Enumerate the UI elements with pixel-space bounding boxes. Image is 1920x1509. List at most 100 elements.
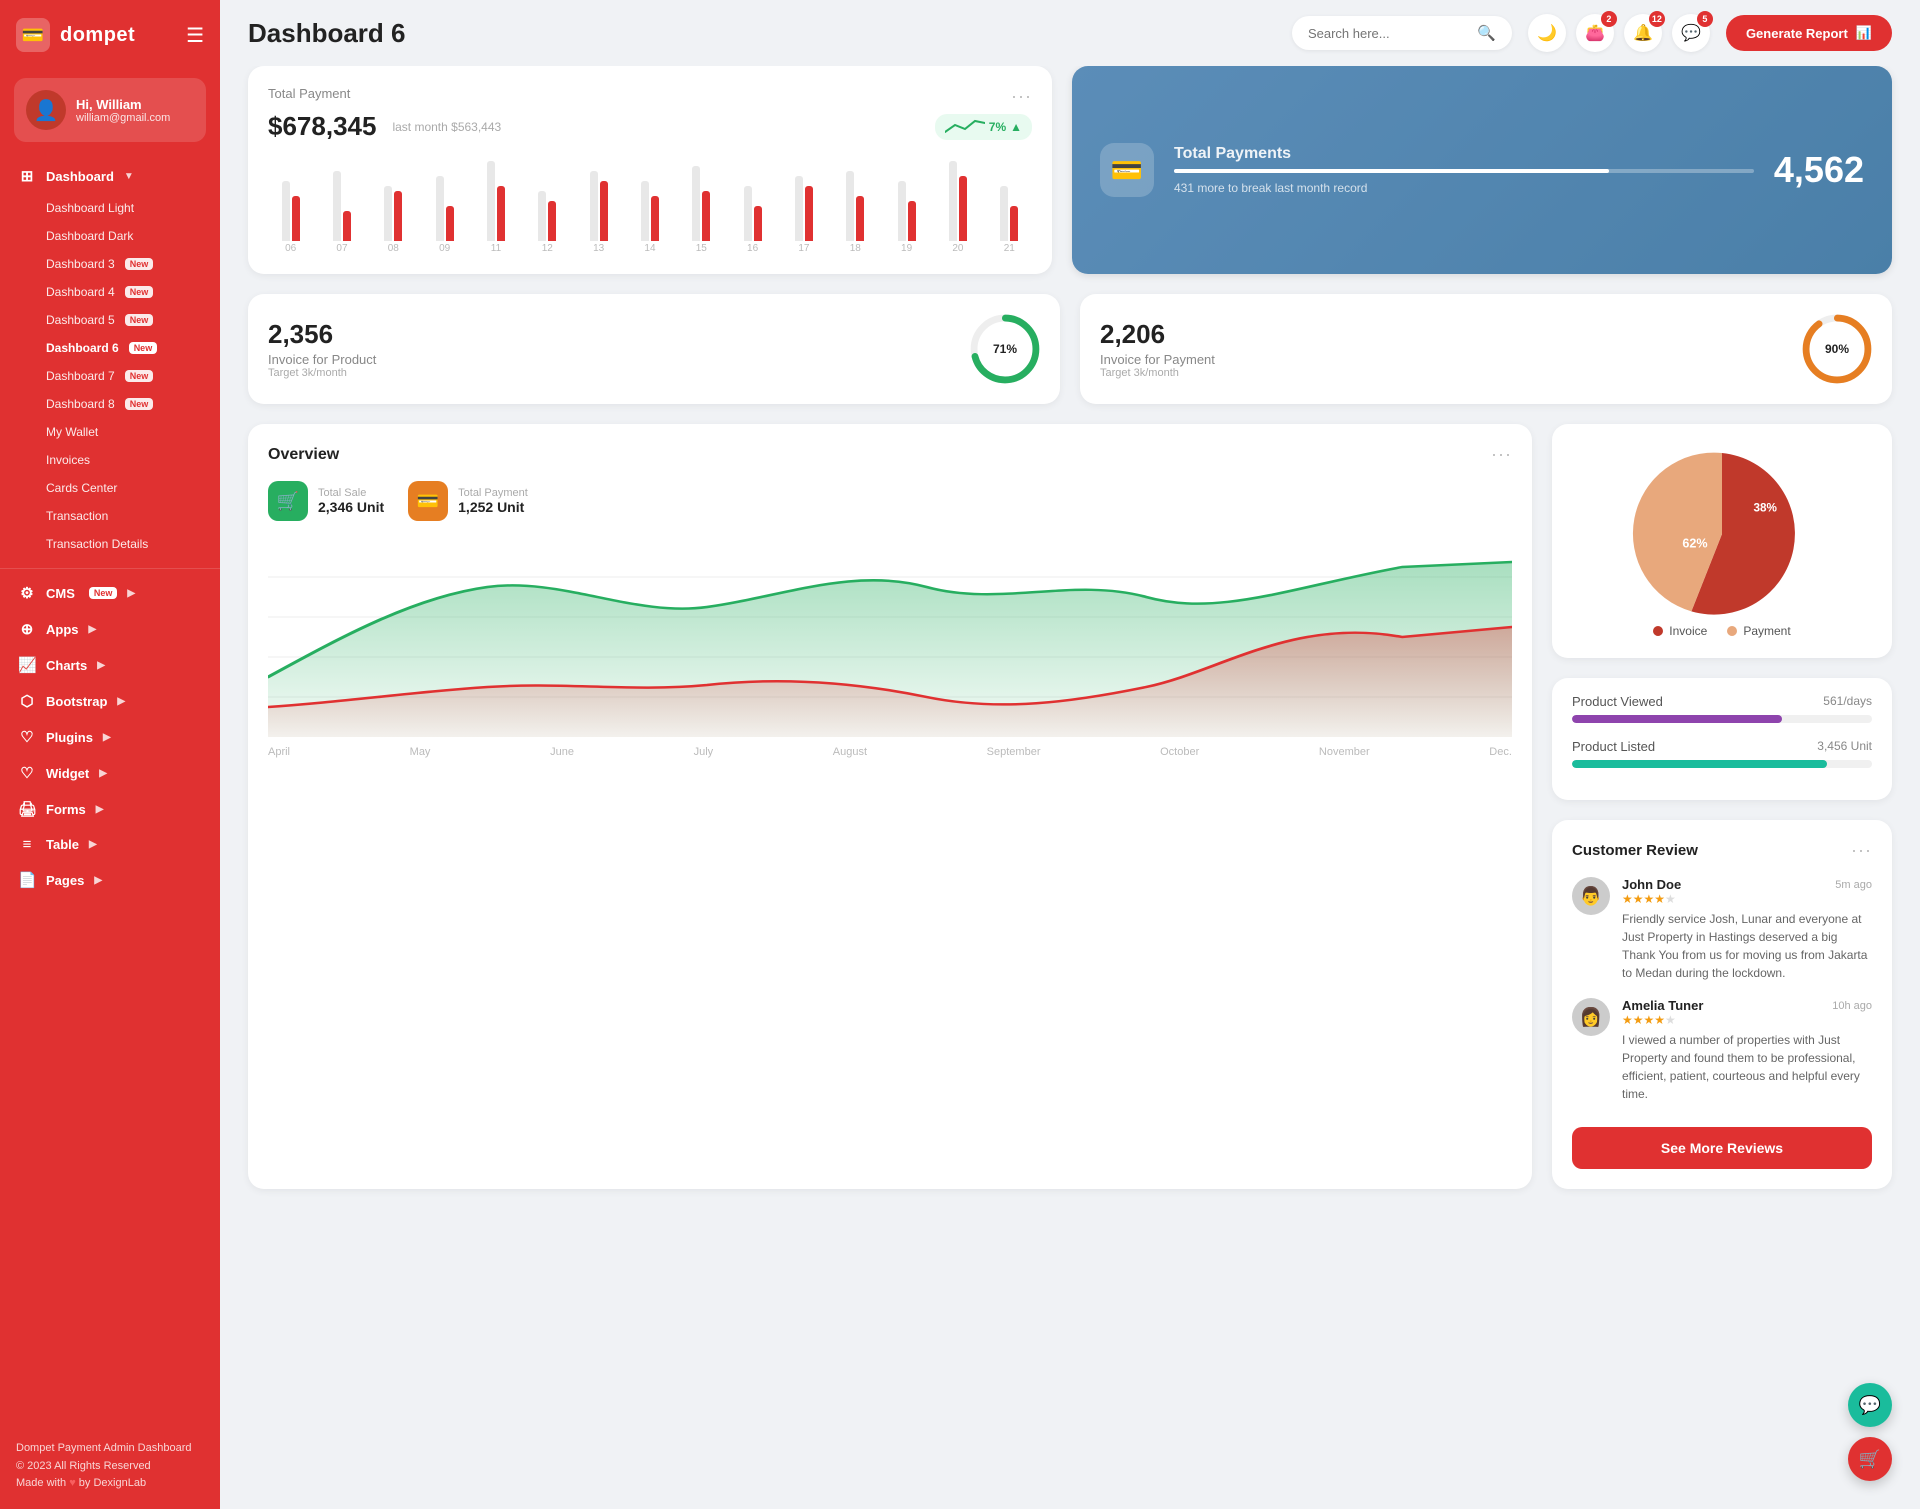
total-payment-stat-info: Total Payment 1,252 Unit xyxy=(458,487,528,515)
nav-dashboard-group[interactable]: ⊞ Dashboard ▼ xyxy=(0,158,220,194)
review-text-2: I viewed a number of properties with Jus… xyxy=(1622,1031,1872,1103)
search-box: 🔍 xyxy=(1292,16,1512,50)
sidebar-item-dashboard-dark[interactable]: Dashboard Dark xyxy=(0,222,220,250)
nav-widget-group[interactable]: ♡ Widget ▶ xyxy=(0,755,220,791)
payment-legend: Payment xyxy=(1727,624,1790,638)
red-bar xyxy=(651,196,659,241)
gray-bar xyxy=(436,176,444,241)
overview-more-dots[interactable]: ··· xyxy=(1491,444,1512,465)
pie-legend: Invoice Payment xyxy=(1653,624,1790,638)
wallet-button[interactable]: 👛 2 xyxy=(1576,14,1614,52)
user-info: Hi, William william@gmail.com xyxy=(76,97,170,124)
logo-icon: 💳 xyxy=(16,18,50,52)
product-viewed-label: Product Viewed xyxy=(1572,694,1663,709)
overview-stats: 🛒 Total Sale 2,346 Unit 💳 Total Payment … xyxy=(268,481,1512,521)
topbar: Dashboard 6 🔍 🌙 👛 2 🔔 12 💬 5 Generate R xyxy=(220,0,1920,66)
cms-icon: ⚙ xyxy=(18,584,36,602)
red-bar xyxy=(754,206,762,241)
row-3: Overview ··· 🛒 Total Sale 2,346 Unit 💳 xyxy=(248,424,1892,1189)
sidebar-item-dashboard-6[interactable]: Dashboard 6 New xyxy=(0,334,220,362)
bar-label: 20 xyxy=(952,243,963,254)
trend-arrow-icon: ▲ xyxy=(1010,120,1022,134)
invoice-payment-info: 2,206 Invoice for Payment Target 3k/mont… xyxy=(1100,319,1786,379)
gray-bar xyxy=(846,171,854,241)
user-card: 👤 Hi, William william@gmail.com xyxy=(14,78,206,142)
sidebar-item-dashboard-3[interactable]: Dashboard 3 New xyxy=(0,250,220,278)
table-arrow-icon: ▶ xyxy=(89,839,97,850)
hamburger-icon[interactable]: ☰ xyxy=(186,23,204,48)
widget-arrow-icon: ▶ xyxy=(99,768,107,779)
bar-label: 17 xyxy=(798,243,809,254)
wallet-icon: 👛 xyxy=(1585,23,1605,43)
red-bar xyxy=(292,196,300,241)
review-title: Customer Review xyxy=(1572,842,1698,859)
bar-group: 14 xyxy=(627,181,672,254)
bootstrap-icon: ⬡ xyxy=(18,692,36,710)
dashboard-icon: ⊞ xyxy=(18,167,36,185)
sidebar-item-cards-center[interactable]: Cards Center xyxy=(0,474,220,502)
logo-area: 💳 dompet xyxy=(16,18,135,52)
chat-button[interactable]: 💬 5 xyxy=(1672,14,1710,52)
sidebar-item-dashboard-4[interactable]: Dashboard 4 New xyxy=(0,278,220,306)
bar-pair xyxy=(384,186,402,241)
sidebar-item-transaction-details[interactable]: Transaction Details xyxy=(0,530,220,558)
user-email: william@gmail.com xyxy=(76,112,170,124)
right-column: 62% 38% Invoice Payment xyxy=(1552,424,1892,1189)
trend-line-icon xyxy=(945,117,985,137)
sidebar-item-dashboard-8[interactable]: Dashboard 8 New xyxy=(0,390,220,418)
sidebar-item-dashboard-5[interactable]: Dashboard 5 New xyxy=(0,306,220,334)
bar-pair xyxy=(949,161,967,241)
cart-fab-button[interactable]: 🛒 xyxy=(1848,1437,1892,1481)
review-item-1: 👨 John Doe 5m ago ★★★★★ Friendly service… xyxy=(1572,877,1872,982)
total-payment-amount: $678,345 xyxy=(268,111,376,142)
theme-toggle-button[interactable]: 🌙 xyxy=(1528,14,1566,52)
nav-cms-group[interactable]: ⚙ CMS New ▶ xyxy=(0,575,220,611)
product-viewed-header: Product Viewed 561/days xyxy=(1572,694,1872,709)
see-more-reviews-button[interactable]: See More Reviews xyxy=(1572,1127,1872,1169)
invoice-payment-pct: 90% xyxy=(1825,342,1849,356)
nav-apps-group[interactable]: ⊕ Apps ▶ xyxy=(0,611,220,647)
total-payment-stat: 💳 Total Payment 1,252 Unit xyxy=(408,481,528,521)
blue-card-progress-fill xyxy=(1174,169,1609,173)
main-content: Dashboard 6 🔍 🌙 👛 2 🔔 12 💬 5 Generate R xyxy=(220,0,1920,1509)
bar-group: 17 xyxy=(781,176,826,254)
red-bar xyxy=(497,186,505,241)
support-fab-button[interactable]: 💬 xyxy=(1848,1383,1892,1427)
nav-charts-group[interactable]: 📈 Charts ▶ xyxy=(0,647,220,683)
red-bar xyxy=(959,176,967,241)
review-more-dots[interactable]: ··· xyxy=(1851,840,1872,861)
bell-button[interactable]: 🔔 12 xyxy=(1624,14,1662,52)
avatar: 👤 xyxy=(26,90,66,130)
bar-group: 11 xyxy=(473,161,518,254)
nav-bootstrap-group[interactable]: ⬡ Bootstrap ▶ xyxy=(0,683,220,719)
payment-legend-label: Payment xyxy=(1743,624,1790,638)
blue-card-wallet-icon: 💳 xyxy=(1100,143,1154,197)
product-listed-metric: Product Listed 3,456 Unit xyxy=(1572,739,1872,768)
nav-pages-group[interactable]: 📄 Pages ▶ xyxy=(0,862,220,898)
footer-brand: Dompet Payment Admin Dashboard xyxy=(16,1440,204,1458)
sidebar-item-my-wallet[interactable]: My Wallet xyxy=(0,418,220,446)
svg-text:62%: 62% xyxy=(1682,537,1707,551)
product-viewed-progress xyxy=(1572,715,1872,723)
search-input[interactable] xyxy=(1308,26,1469,41)
bar-pair xyxy=(436,176,454,241)
sidebar-item-dashboard-7[interactable]: Dashboard 7 New xyxy=(0,362,220,390)
sidebar-item-invoices[interactable]: Invoices xyxy=(0,446,220,474)
generate-report-button[interactable]: Generate Report 📊 xyxy=(1726,15,1892,51)
total-sale-stat: 🛒 Total Sale 2,346 Unit xyxy=(268,481,384,521)
bar-label: 21 xyxy=(1004,243,1015,254)
sidebar-item-transaction[interactable]: Transaction xyxy=(0,502,220,530)
bar-pair xyxy=(846,171,864,241)
nav-table-group[interactable]: ≡ Table ▶ xyxy=(0,827,220,862)
more-dots-icon[interactable]: ··· xyxy=(1011,86,1032,107)
page-title: Dashboard 6 xyxy=(248,18,1276,49)
nav-plugins-group[interactable]: ♡ Plugins ▶ xyxy=(0,719,220,755)
invoice-product-pct: 71% xyxy=(993,342,1017,356)
invoice-product-target: Target 3k/month xyxy=(268,367,954,379)
nav-forms-group[interactable]: 🖨 Forms ▶ xyxy=(0,791,220,827)
product-viewed-fill xyxy=(1572,715,1782,723)
bar-group: 16 xyxy=(730,186,775,254)
review-avatar-1: 👨 xyxy=(1572,877,1610,915)
invoice-product-info: 2,356 Invoice for Product Target 3k/mont… xyxy=(268,319,954,379)
sidebar-item-dashboard-light[interactable]: Dashboard Light xyxy=(0,194,220,222)
